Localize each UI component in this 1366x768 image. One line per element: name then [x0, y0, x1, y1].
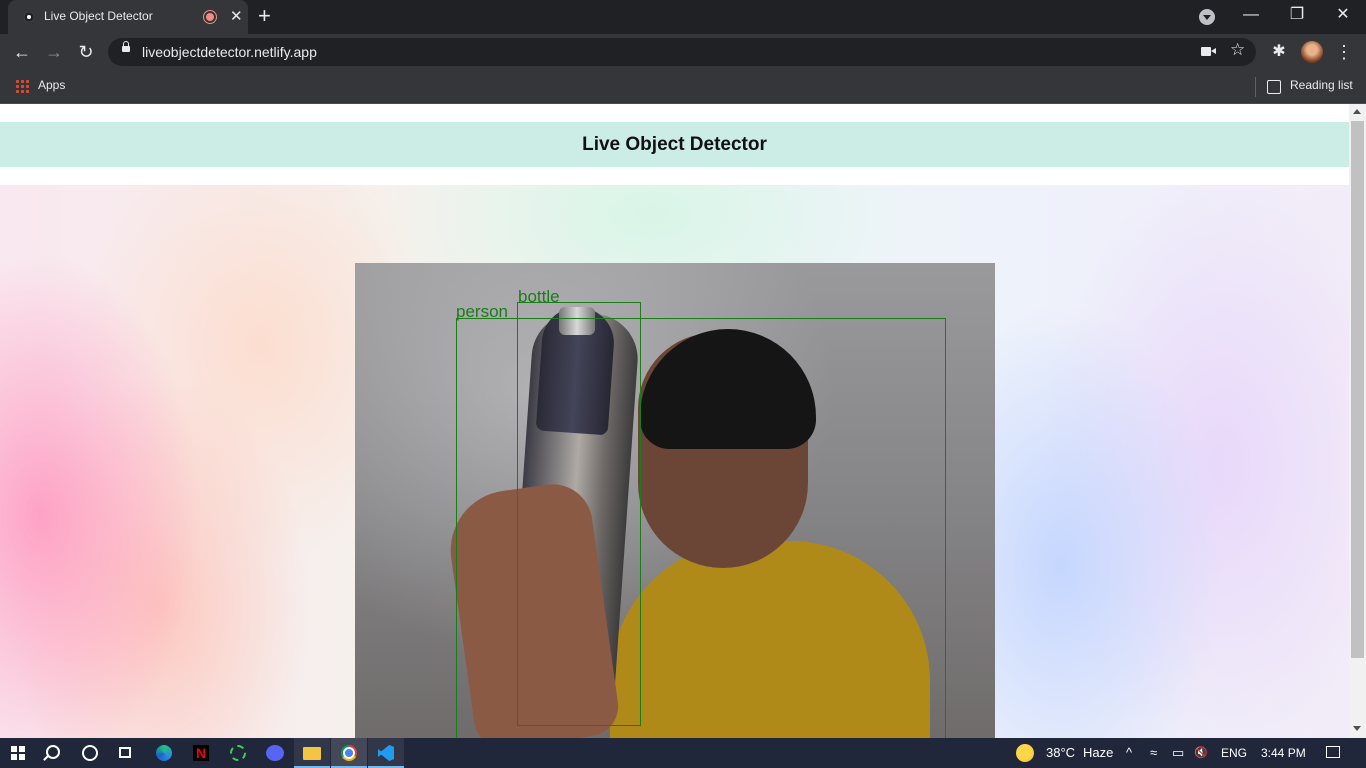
detection-label-bottle: bottle: [518, 287, 560, 306]
search-icon: [46, 745, 60, 759]
bookmarks-bar: Apps Reading list: [0, 70, 1366, 104]
favicon-icon: [24, 12, 34, 22]
restore-button[interactable]: ❐: [1274, 0, 1320, 30]
reading-list-icon[interactable]: [1267, 80, 1281, 94]
weather-temperature[interactable]: 38°C: [1046, 745, 1075, 760]
apps-bookmark[interactable]: Apps: [38, 78, 65, 92]
recording-indicator-icon: [204, 11, 216, 23]
cortana-icon: [82, 745, 98, 761]
detection-box-bottle: [517, 302, 641, 726]
scroll-thumb[interactable]: [1351, 121, 1364, 658]
green-app-icon: [230, 745, 246, 761]
taskbar-app[interactable]: [220, 738, 256, 768]
new-tab-button[interactable]: +: [258, 4, 271, 28]
weather-icon[interactable]: [1016, 744, 1034, 762]
discord-icon: [266, 745, 284, 761]
page-scrollbar[interactable]: [1349, 104, 1366, 738]
back-icon[interactable]: ←: [11, 41, 33, 63]
tab-live-object-detector[interactable]: Live Object Detector ✕: [8, 0, 248, 34]
tab-title: Live Object Detector: [44, 9, 153, 23]
taskbar-netflix[interactable]: N: [183, 738, 219, 768]
netflix-icon: N: [193, 745, 209, 761]
page-header: Live Object Detector: [0, 122, 1349, 167]
wifi-icon[interactable]: ≈: [1150, 745, 1157, 760]
page-title: Live Object Detector: [582, 134, 767, 155]
address-bar[interactable]: liveobjectdetector.netlify.app ☆: [108, 38, 1256, 66]
minimize-button[interactable]: —: [1228, 0, 1274, 30]
tab-strip: Live Object Detector ✕ + — ❐ ✕: [0, 0, 1366, 34]
windows-taskbar: N 38°C Haze ^ ≈ ▭ 🔇 ENG 3:44 PM: [0, 738, 1366, 768]
show-hidden-icons-icon[interactable]: ^: [1126, 745, 1132, 760]
cortana-button[interactable]: [72, 738, 108, 768]
scroll-up-icon[interactable]: [1353, 109, 1361, 114]
lock-icon[interactable]: [122, 41, 130, 52]
web-page: Live Object Detector person bottle: [0, 104, 1349, 738]
extensions-icon[interactable]: ✱: [1268, 41, 1290, 63]
camera-in-use-icon[interactable]: [1201, 47, 1216, 56]
tab-search-icon[interactable]: [1199, 9, 1215, 25]
task-view-icon: [119, 747, 131, 758]
battery-icon[interactable]: ▭: [1172, 745, 1184, 761]
windows-logo-icon: [11, 746, 25, 760]
close-window-button[interactable]: ✕: [1320, 0, 1366, 30]
profile-avatar[interactable]: [1301, 41, 1323, 63]
edge-icon: [156, 745, 172, 761]
action-center-icon[interactable]: [1326, 746, 1340, 758]
bookmarks-divider: [1255, 77, 1256, 97]
folder-icon: [303, 747, 321, 760]
taskbar-vscode[interactable]: [368, 738, 404, 768]
apps-grid-icon[interactable]: [15, 79, 29, 93]
task-view-button[interactable]: [108, 738, 144, 768]
start-button[interactable]: [0, 738, 36, 768]
weather-description[interactable]: Haze: [1083, 745, 1113, 760]
reading-list-button[interactable]: Reading list: [1290, 78, 1353, 92]
scroll-down-icon[interactable]: [1353, 726, 1361, 731]
taskbar-discord[interactable]: [257, 738, 293, 768]
browser-toolbar: ← → ↻ liveobjectdetector.netlify.app ☆ ✱…: [0, 34, 1366, 70]
reload-icon[interactable]: ↻: [75, 41, 97, 63]
tab-close-button[interactable]: ✕: [230, 7, 243, 27]
taskbar-chrome[interactable]: [331, 738, 367, 768]
taskbar-file-explorer[interactable]: [294, 738, 330, 768]
input-language[interactable]: ENG: [1221, 746, 1247, 760]
chrome-icon: [341, 745, 357, 761]
forward-icon[interactable]: →: [43, 41, 65, 63]
url-text[interactable]: liveobjectdetector.netlify.app: [142, 44, 317, 60]
taskbar-edge[interactable]: [146, 738, 182, 768]
vscode-icon: [378, 745, 394, 761]
webcam-video-feed: person bottle: [355, 263, 995, 738]
volume-muted-icon[interactable]: 🔇: [1194, 746, 1208, 759]
search-button[interactable]: [36, 738, 72, 768]
detection-label-person: person: [456, 302, 508, 321]
chrome-menu-icon[interactable]: ⋮: [1333, 41, 1355, 63]
bookmark-star-icon[interactable]: ☆: [1230, 40, 1245, 60]
clock-time[interactable]: 3:44 PM: [1261, 746, 1306, 760]
